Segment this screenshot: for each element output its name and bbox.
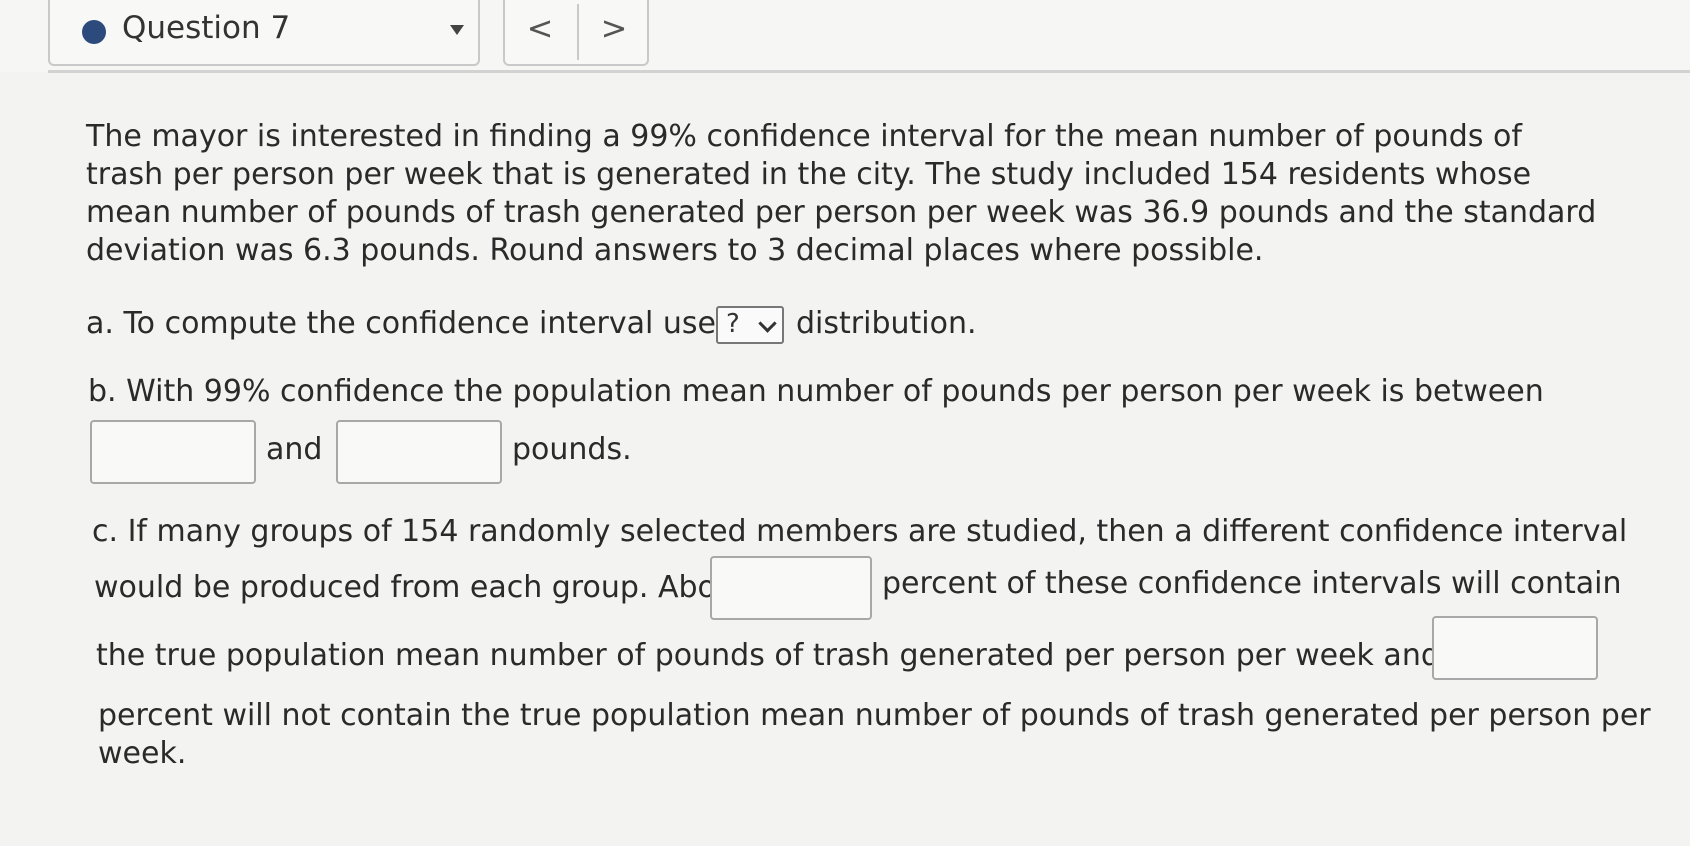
question-nav-bar: Question 7 < > bbox=[0, 0, 1690, 72]
part-b-and: and bbox=[266, 432, 323, 467]
question-status-dot bbox=[82, 20, 106, 44]
question-intro: The mayor is interested in finding a 99%… bbox=[86, 118, 1606, 270]
distribution-dropdown[interactable]: ? bbox=[716, 306, 784, 344]
next-question-button[interactable]: > bbox=[577, 4, 649, 60]
percent-not-contain-input[interactable] bbox=[1432, 616, 1598, 680]
question-selector[interactable]: Question 7 bbox=[48, 0, 480, 66]
lower-bound-input[interactable] bbox=[90, 420, 256, 484]
header-divider bbox=[48, 70, 1690, 73]
part-a-label: a. To compute the confidence interval us… bbox=[86, 306, 744, 341]
part-b-pounds: pounds. bbox=[512, 432, 632, 467]
previous-question-button[interactable]: < bbox=[505, 4, 575, 60]
chevron-down-icon bbox=[758, 314, 777, 333]
part-c-line2b: percent of these confidence intervals wi… bbox=[882, 566, 1622, 601]
part-c-line2a: would be produced from each group. About bbox=[94, 570, 747, 605]
part-c-label: c. If many groups of 154 randomly select… bbox=[92, 514, 1628, 549]
upper-bound-input[interactable] bbox=[336, 420, 502, 484]
part-b-label: b. With 99% confidence the population me… bbox=[88, 374, 1544, 409]
percent-contain-input[interactable] bbox=[710, 556, 872, 620]
question-text: The mayor is interested in finding a 99%… bbox=[86, 119, 1597, 268]
part-c-line5: week. bbox=[98, 736, 187, 771]
part-a-suffix: distribution. bbox=[796, 306, 977, 341]
part-c-line4: percent will not contain the true popula… bbox=[98, 698, 1651, 733]
question-label: Question 7 bbox=[122, 10, 291, 46]
caret-down-icon bbox=[450, 25, 464, 35]
distribution-dropdown-value: ? bbox=[726, 309, 740, 339]
part-c-line3: the true population mean number of pound… bbox=[96, 638, 1536, 673]
question-nav-buttons: < > bbox=[503, 0, 649, 66]
